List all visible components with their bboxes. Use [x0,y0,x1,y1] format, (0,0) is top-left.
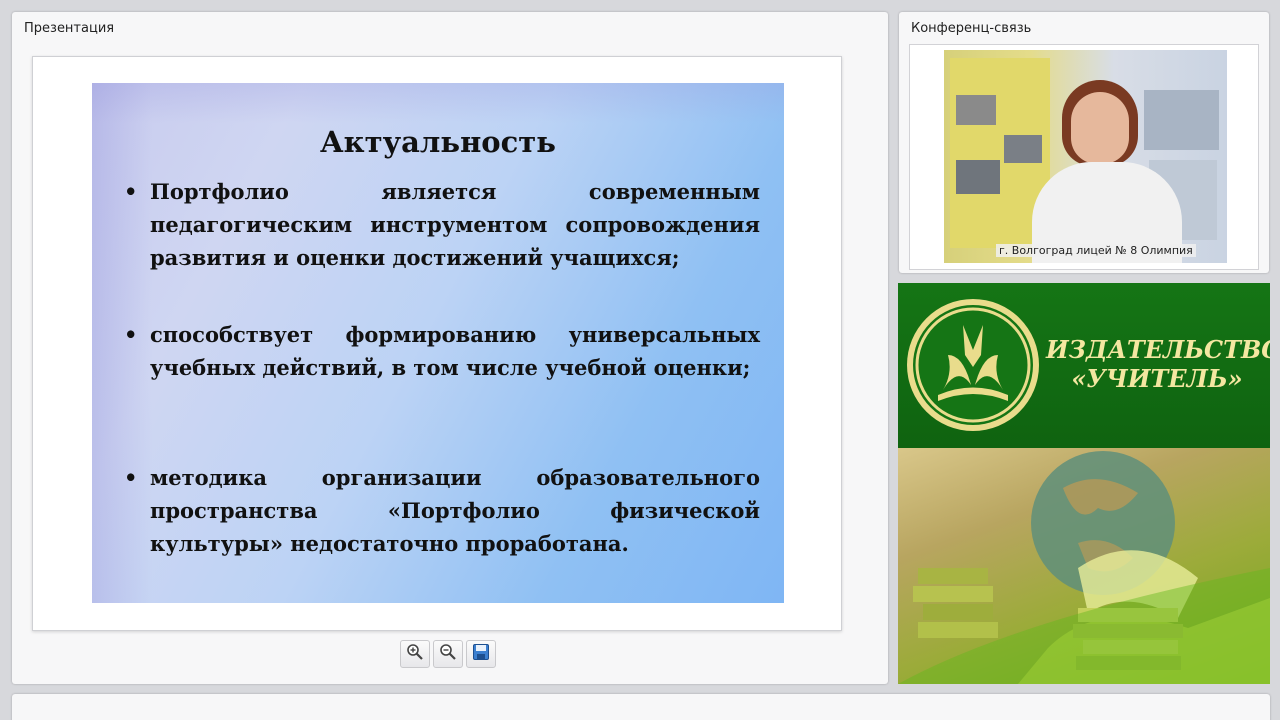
slide-bullet: • Портфолио является современным педагог… [124,175,760,274]
poster-photo [1144,90,1219,150]
publisher-name-line2: «УЧИТЕЛЬ» [1071,364,1243,393]
save-icon [472,643,490,665]
slide-heading: Актуальность [320,125,556,159]
poster-photo [956,160,1000,194]
zoom-out-button[interactable] [433,640,463,668]
conference-panel-title: Конференц-связь [911,21,1032,36]
bullet-text: методика организации образовательного пр… [150,465,760,556]
bottom-panel [12,694,1270,720]
presentation-panel-title: Презентация [24,21,115,36]
slide-bullet: • способствует формированию универсальны… [124,318,760,384]
slide-bullet: • методика организации образовательного … [124,461,760,560]
books-globe-image [898,448,1270,684]
slide-viewer[interactable]: Актуальность • Портфолио является соврем… [32,56,842,631]
video-frame: г. Волгоград лицей № 8 Олимпия [909,44,1259,270]
publisher-banner[interactable]: ИЗДАТЕЛЬСТВО «УЧИТЕЛЬ» [898,283,1270,448]
bullet-text: способствует формированию универсальных … [150,322,760,380]
zoom-out-icon [439,643,457,665]
publisher-name: ИЗДАТЕЛЬСТВО «УЧИТЕЛЬ» [1046,335,1270,393]
save-button[interactable] [466,640,496,668]
conference-panel: Конференц-связь г. Волгоград лицей № 8 О… [899,12,1269,273]
publisher-name-line1: ИЗДАТЕЛЬСТВО [1046,335,1270,364]
publisher-logo-icon [903,295,1043,439]
slide: Актуальность • Портфолио является соврем… [92,83,784,603]
bullet-marker: • [124,465,138,490]
zoom-in-icon [406,643,424,665]
slide-toolbar [400,640,496,668]
bullet-marker: • [124,179,138,204]
video-stream[interactable]: г. Волгоград лицей № 8 Олимпия [944,50,1227,263]
poster-photo [956,95,996,125]
poster-photo [1004,135,1042,163]
video-caption: г. Волгоград лицей № 8 Олимпия [996,244,1196,257]
presentation-panel: Презентация Актуальность • Портфолио явл… [12,12,888,684]
zoom-in-button[interactable] [400,640,430,668]
bullet-text: Портфолио является современным педагогич… [150,179,760,270]
bullet-marker: • [124,322,138,347]
person-face [1071,92,1129,164]
